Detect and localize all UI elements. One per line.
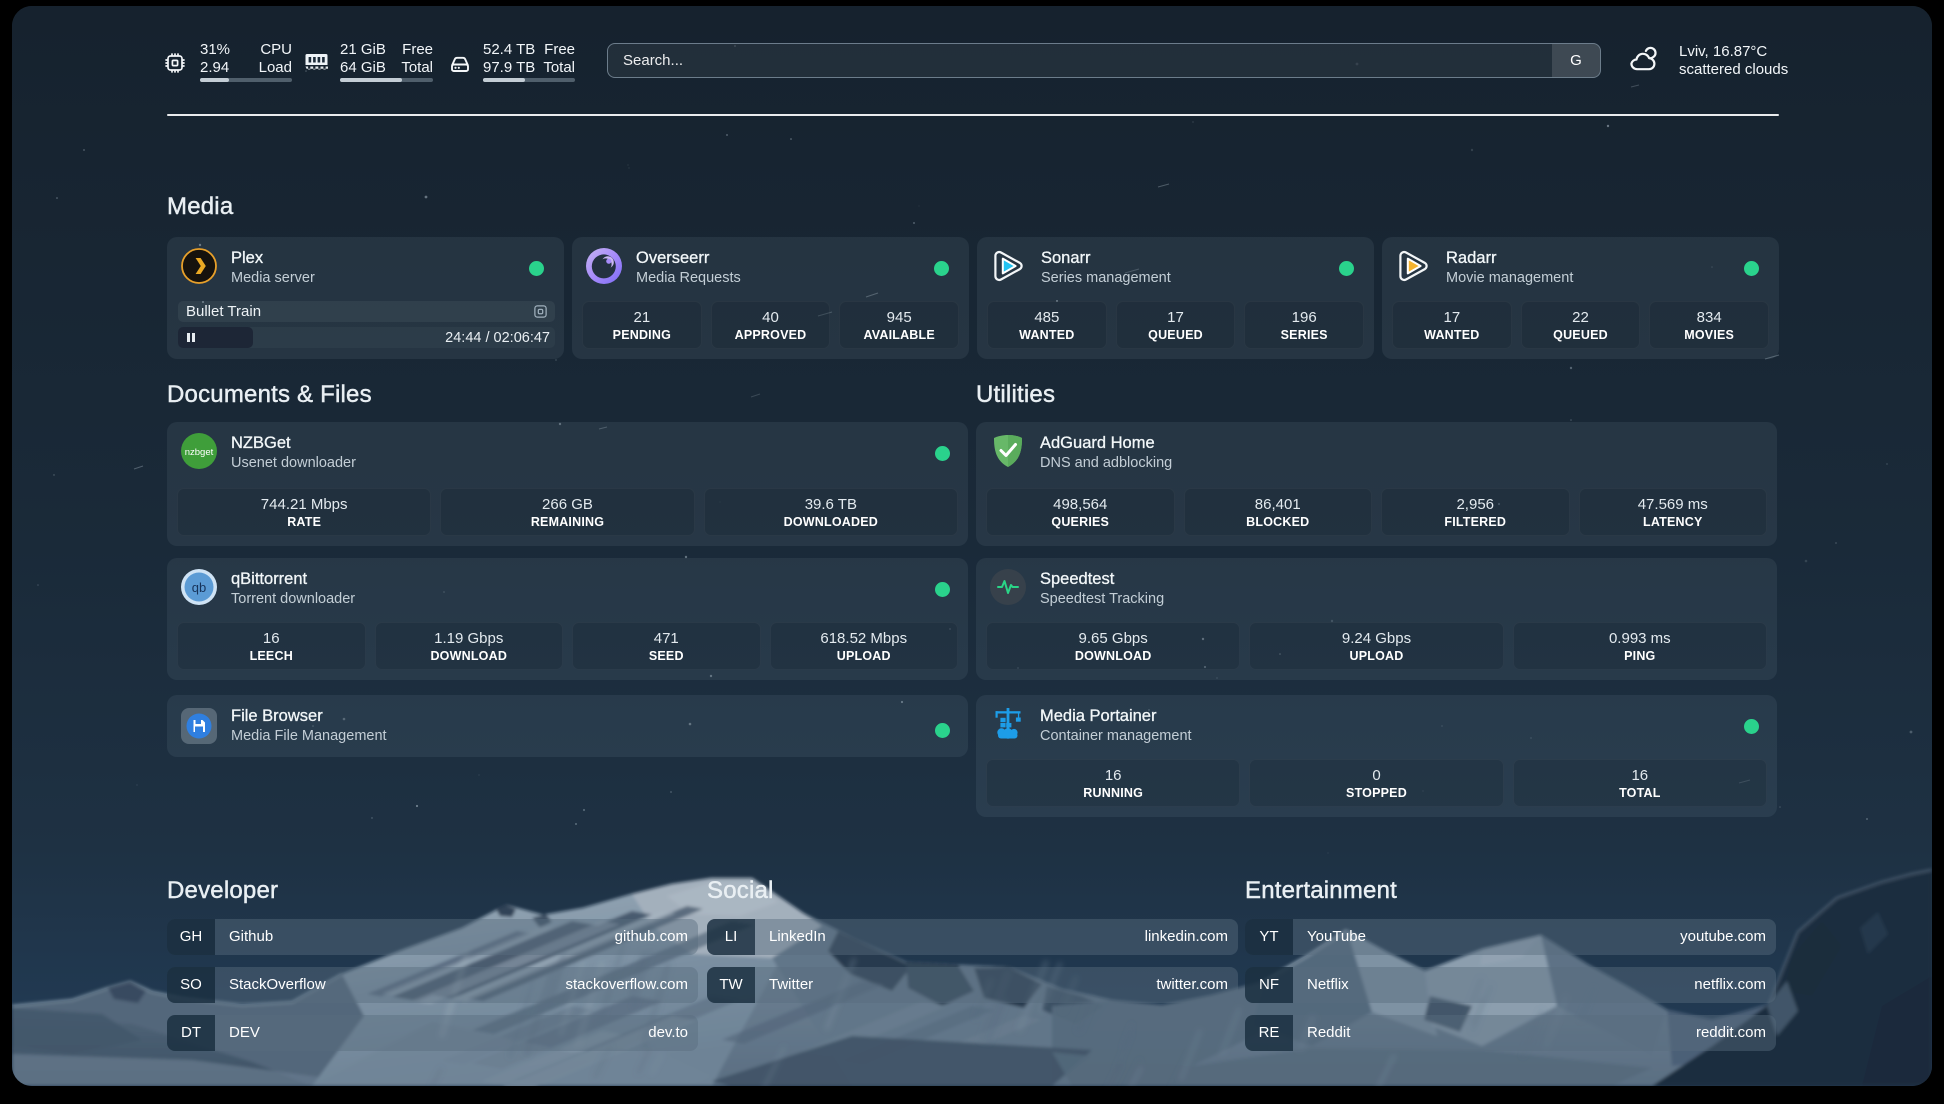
svg-text:qb: qb	[192, 580, 206, 595]
svg-text:nzbget: nzbget	[185, 447, 214, 458]
